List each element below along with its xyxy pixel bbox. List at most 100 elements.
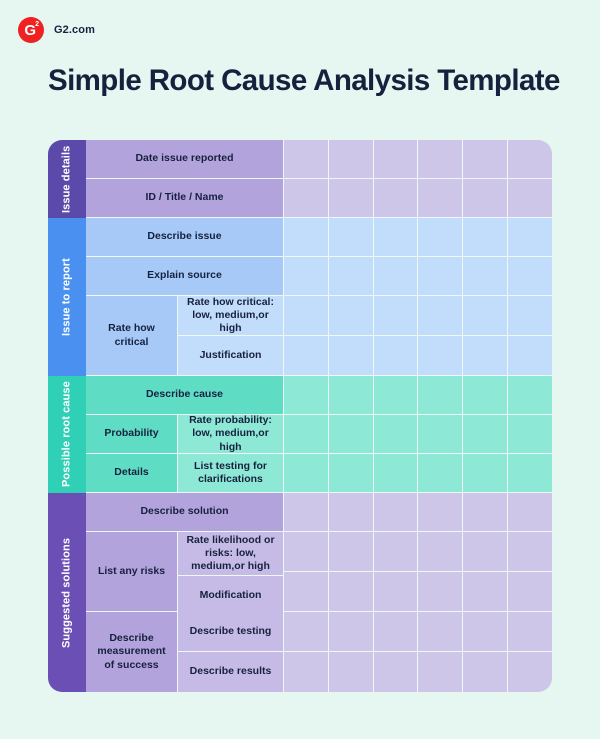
- sub-label-justification: Justification: [178, 336, 284, 376]
- blank-cell[interactable]: [373, 257, 419, 296]
- row-label-describe-measurement-of-success: Describe measurement of success: [86, 612, 178, 692]
- blank-cell[interactable]: [328, 140, 374, 179]
- blank-cell[interactable]: [284, 652, 329, 692]
- table-row: Describe measurement of success Describe…: [86, 612, 552, 692]
- blank-cell[interactable]: [373, 415, 419, 454]
- blank-cell[interactable]: [284, 218, 329, 257]
- row-label-explain-source: Explain source: [86, 257, 284, 296]
- blank-cell[interactable]: [284, 179, 329, 218]
- blank-cell[interactable]: [463, 415, 509, 454]
- blank-cell[interactable]: [284, 415, 329, 454]
- blank-cell[interactable]: [463, 296, 509, 336]
- blank-cell[interactable]: [373, 376, 419, 415]
- blank-cell-group: [284, 218, 552, 257]
- blank-cell[interactable]: [328, 376, 374, 415]
- blank-cell[interactable]: [418, 493, 464, 532]
- blank-cell-group: [284, 179, 552, 218]
- sub-row-stack: Rate how critical: low, medium,or high J…: [178, 296, 284, 376]
- blank-cell[interactable]: [373, 336, 419, 376]
- blank-cell[interactable]: [508, 296, 552, 336]
- blank-cell[interactable]: [284, 257, 329, 296]
- blank-cell[interactable]: [463, 179, 509, 218]
- blank-cell[interactable]: [328, 652, 374, 692]
- blank-cell[interactable]: [328, 493, 374, 532]
- blank-cell[interactable]: [328, 454, 374, 493]
- blank-cell[interactable]: [463, 572, 509, 612]
- blank-cell[interactable]: [284, 140, 329, 179]
- blank-cell[interactable]: [463, 652, 509, 692]
- table-row: Describe cause: [86, 376, 552, 415]
- blank-cell[interactable]: [373, 572, 419, 612]
- blank-cell[interactable]: [373, 612, 419, 652]
- blank-cell[interactable]: [463, 140, 509, 179]
- blank-cell[interactable]: [508, 179, 552, 218]
- blank-cell[interactable]: [418, 454, 464, 493]
- blank-cell[interactable]: [284, 296, 329, 336]
- blank-cell[interactable]: [328, 257, 374, 296]
- blank-cell[interactable]: [463, 454, 509, 493]
- blank-cell[interactable]: [373, 493, 419, 532]
- blank-cell[interactable]: [418, 257, 464, 296]
- blank-cell[interactable]: [508, 454, 552, 493]
- blank-cell[interactable]: [284, 376, 329, 415]
- blank-cell[interactable]: [328, 336, 374, 376]
- blank-cell-group: [284, 532, 552, 612]
- blank-cell[interactable]: [373, 652, 419, 692]
- blank-cell[interactable]: [418, 532, 464, 572]
- blank-cell[interactable]: [463, 257, 509, 296]
- blank-cell[interactable]: [418, 140, 464, 179]
- blank-cell[interactable]: [508, 140, 552, 179]
- blank-cell[interactable]: [328, 179, 374, 218]
- sub-label-rate-likelihood-or-risks-scale: Rate likelihood or risks: low, medium,or…: [178, 532, 284, 577]
- blank-cell[interactable]: [328, 415, 374, 454]
- blank-cell[interactable]: [373, 296, 419, 336]
- blank-cell[interactable]: [418, 336, 464, 376]
- blank-cell[interactable]: [418, 296, 464, 336]
- blank-cell[interactable]: [328, 218, 374, 257]
- blank-cell[interactable]: [463, 376, 509, 415]
- blank-cell[interactable]: [328, 532, 374, 572]
- blank-cell[interactable]: [328, 572, 374, 612]
- blank-cell[interactable]: [508, 336, 552, 376]
- blank-cell[interactable]: [373, 454, 419, 493]
- blank-cell[interactable]: [373, 140, 419, 179]
- blank-cell[interactable]: [463, 532, 509, 572]
- blank-cell[interactable]: [284, 454, 329, 493]
- blank-cell[interactable]: [418, 652, 464, 692]
- blank-cell[interactable]: [284, 336, 329, 376]
- blank-cell[interactable]: [508, 652, 552, 692]
- blank-cell[interactable]: [284, 572, 329, 612]
- blank-cell[interactable]: [373, 218, 419, 257]
- blank-cell[interactable]: [418, 612, 464, 652]
- blank-cell[interactable]: [328, 612, 374, 652]
- blank-cell[interactable]: [508, 415, 552, 454]
- blank-cell[interactable]: [463, 612, 509, 652]
- blank-cell[interactable]: [328, 296, 374, 336]
- blank-cell[interactable]: [418, 218, 464, 257]
- row-label-describe-issue: Describe issue: [86, 218, 284, 257]
- blank-cell[interactable]: [418, 572, 464, 612]
- blank-cell[interactable]: [284, 493, 329, 532]
- blank-cell[interactable]: [463, 493, 509, 532]
- blank-cell[interactable]: [418, 376, 464, 415]
- blank-cell[interactable]: [284, 612, 329, 652]
- blank-cell[interactable]: [508, 532, 552, 572]
- blank-cell[interactable]: [284, 532, 329, 572]
- blank-cell[interactable]: [418, 415, 464, 454]
- blank-cell-group: [284, 493, 552, 532]
- blank-cell[interactable]: [418, 179, 464, 218]
- row-label-list-any-risks: List any risks: [86, 532, 178, 612]
- blank-cell[interactable]: [508, 493, 552, 532]
- blank-cell[interactable]: [373, 532, 419, 572]
- table-row: Details List testing for clarifications: [86, 454, 552, 493]
- blank-cell[interactable]: [463, 336, 509, 376]
- blank-cell[interactable]: [508, 218, 552, 257]
- blank-cell[interactable]: [508, 376, 552, 415]
- blank-cell[interactable]: [463, 218, 509, 257]
- blank-cell[interactable]: [508, 572, 552, 612]
- blank-cell[interactable]: [508, 257, 552, 296]
- blank-cell[interactable]: [508, 612, 552, 652]
- blank-cell[interactable]: [373, 179, 419, 218]
- blank-cell-group: [284, 140, 552, 179]
- row-label-probability: Probability: [86, 415, 178, 454]
